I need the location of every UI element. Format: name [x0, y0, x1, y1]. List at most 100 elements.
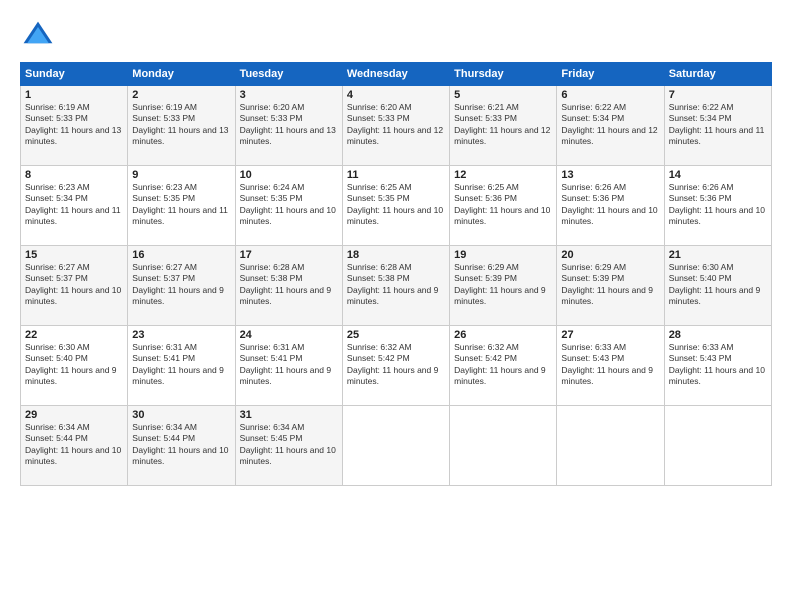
day-number: 17	[240, 249, 338, 261]
weekday-header-sunday: Sunday	[21, 63, 128, 86]
day-number: 29	[25, 409, 123, 421]
day-info: Sunrise: 6:20 AMSunset: 5:33 PMDaylight:…	[347, 102, 445, 148]
calendar-cell: 22 Sunrise: 6:30 AMSunset: 5:40 PMDaylig…	[21, 326, 128, 406]
weekday-header-tuesday: Tuesday	[235, 63, 342, 86]
day-number: 1	[25, 89, 123, 101]
calendar-cell: 15 Sunrise: 6:27 AMSunset: 5:37 PMDaylig…	[21, 246, 128, 326]
calendar-cell: 30 Sunrise: 6:34 AMSunset: 5:44 PMDaylig…	[128, 406, 235, 486]
day-number: 20	[561, 249, 659, 261]
day-number: 7	[669, 89, 767, 101]
day-info: Sunrise: 6:29 AMSunset: 5:39 PMDaylight:…	[454, 262, 552, 308]
day-info: Sunrise: 6:32 AMSunset: 5:42 PMDaylight:…	[347, 342, 445, 388]
day-info: Sunrise: 6:34 AMSunset: 5:45 PMDaylight:…	[240, 422, 338, 468]
week-row-2: 15 Sunrise: 6:27 AMSunset: 5:37 PMDaylig…	[21, 246, 772, 326]
day-number: 21	[669, 249, 767, 261]
calendar-cell: 7 Sunrise: 6:22 AMSunset: 5:34 PMDayligh…	[664, 86, 771, 166]
day-info: Sunrise: 6:25 AMSunset: 5:36 PMDaylight:…	[454, 182, 552, 228]
day-number: 3	[240, 89, 338, 101]
calendar-cell: 18 Sunrise: 6:28 AMSunset: 5:38 PMDaylig…	[342, 246, 449, 326]
day-info: Sunrise: 6:23 AMSunset: 5:34 PMDaylight:…	[25, 182, 123, 228]
day-info: Sunrise: 6:29 AMSunset: 5:39 PMDaylight:…	[561, 262, 659, 308]
day-number: 13	[561, 169, 659, 181]
calendar-cell	[664, 406, 771, 486]
day-info: Sunrise: 6:32 AMSunset: 5:42 PMDaylight:…	[454, 342, 552, 388]
calendar-cell: 29 Sunrise: 6:34 AMSunset: 5:44 PMDaylig…	[21, 406, 128, 486]
header	[20, 18, 772, 54]
calendar-cell	[450, 406, 557, 486]
day-info: Sunrise: 6:27 AMSunset: 5:37 PMDaylight:…	[25, 262, 123, 308]
day-info: Sunrise: 6:26 AMSunset: 5:36 PMDaylight:…	[561, 182, 659, 228]
page: SundayMondayTuesdayWednesdayThursdayFrid…	[0, 0, 792, 612]
day-info: Sunrise: 6:22 AMSunset: 5:34 PMDaylight:…	[561, 102, 659, 148]
day-number: 30	[132, 409, 230, 421]
day-number: 28	[669, 329, 767, 341]
calendar-cell: 17 Sunrise: 6:28 AMSunset: 5:38 PMDaylig…	[235, 246, 342, 326]
calendar-cell: 6 Sunrise: 6:22 AMSunset: 5:34 PMDayligh…	[557, 86, 664, 166]
calendar-body: 1 Sunrise: 6:19 AMSunset: 5:33 PMDayligh…	[21, 86, 772, 486]
day-number: 18	[347, 249, 445, 261]
day-number: 26	[454, 329, 552, 341]
calendar-cell: 14 Sunrise: 6:26 AMSunset: 5:36 PMDaylig…	[664, 166, 771, 246]
day-info: Sunrise: 6:23 AMSunset: 5:35 PMDaylight:…	[132, 182, 230, 228]
day-info: Sunrise: 6:28 AMSunset: 5:38 PMDaylight:…	[240, 262, 338, 308]
logo	[20, 18, 60, 54]
calendar-cell: 26 Sunrise: 6:32 AMSunset: 5:42 PMDaylig…	[450, 326, 557, 406]
day-info: Sunrise: 6:20 AMSunset: 5:33 PMDaylight:…	[240, 102, 338, 148]
week-row-3: 22 Sunrise: 6:30 AMSunset: 5:40 PMDaylig…	[21, 326, 772, 406]
day-info: Sunrise: 6:31 AMSunset: 5:41 PMDaylight:…	[132, 342, 230, 388]
week-row-0: 1 Sunrise: 6:19 AMSunset: 5:33 PMDayligh…	[21, 86, 772, 166]
day-info: Sunrise: 6:33 AMSunset: 5:43 PMDaylight:…	[669, 342, 767, 388]
calendar-cell: 5 Sunrise: 6:21 AMSunset: 5:33 PMDayligh…	[450, 86, 557, 166]
calendar-cell: 21 Sunrise: 6:30 AMSunset: 5:40 PMDaylig…	[664, 246, 771, 326]
calendar-cell: 25 Sunrise: 6:32 AMSunset: 5:42 PMDaylig…	[342, 326, 449, 406]
calendar-cell: 20 Sunrise: 6:29 AMSunset: 5:39 PMDaylig…	[557, 246, 664, 326]
weekday-header-thursday: Thursday	[450, 63, 557, 86]
calendar-table: SundayMondayTuesdayWednesdayThursdayFrid…	[20, 62, 772, 486]
day-info: Sunrise: 6:26 AMSunset: 5:36 PMDaylight:…	[669, 182, 767, 228]
day-number: 24	[240, 329, 338, 341]
day-number: 27	[561, 329, 659, 341]
day-info: Sunrise: 6:19 AMSunset: 5:33 PMDaylight:…	[25, 102, 123, 148]
calendar-cell: 24 Sunrise: 6:31 AMSunset: 5:41 PMDaylig…	[235, 326, 342, 406]
day-number: 6	[561, 89, 659, 101]
day-number: 23	[132, 329, 230, 341]
day-number: 15	[25, 249, 123, 261]
weekday-header-row: SundayMondayTuesdayWednesdayThursdayFrid…	[21, 63, 772, 86]
calendar-cell: 8 Sunrise: 6:23 AMSunset: 5:34 PMDayligh…	[21, 166, 128, 246]
calendar-cell: 12 Sunrise: 6:25 AMSunset: 5:36 PMDaylig…	[450, 166, 557, 246]
day-number: 4	[347, 89, 445, 101]
day-number: 9	[132, 169, 230, 181]
calendar-cell: 11 Sunrise: 6:25 AMSunset: 5:35 PMDaylig…	[342, 166, 449, 246]
day-info: Sunrise: 6:34 AMSunset: 5:44 PMDaylight:…	[25, 422, 123, 468]
calendar-cell	[557, 406, 664, 486]
calendar-cell: 3 Sunrise: 6:20 AMSunset: 5:33 PMDayligh…	[235, 86, 342, 166]
calendar-cell: 31 Sunrise: 6:34 AMSunset: 5:45 PMDaylig…	[235, 406, 342, 486]
calendar-cell: 23 Sunrise: 6:31 AMSunset: 5:41 PMDaylig…	[128, 326, 235, 406]
day-info: Sunrise: 6:33 AMSunset: 5:43 PMDaylight:…	[561, 342, 659, 388]
day-info: Sunrise: 6:28 AMSunset: 5:38 PMDaylight:…	[347, 262, 445, 308]
calendar-cell: 10 Sunrise: 6:24 AMSunset: 5:35 PMDaylig…	[235, 166, 342, 246]
week-row-1: 8 Sunrise: 6:23 AMSunset: 5:34 PMDayligh…	[21, 166, 772, 246]
day-info: Sunrise: 6:22 AMSunset: 5:34 PMDaylight:…	[669, 102, 767, 148]
calendar-cell: 16 Sunrise: 6:27 AMSunset: 5:37 PMDaylig…	[128, 246, 235, 326]
day-number: 25	[347, 329, 445, 341]
calendar-cell	[342, 406, 449, 486]
calendar-cell: 4 Sunrise: 6:20 AMSunset: 5:33 PMDayligh…	[342, 86, 449, 166]
day-number: 31	[240, 409, 338, 421]
calendar-cell: 13 Sunrise: 6:26 AMSunset: 5:36 PMDaylig…	[557, 166, 664, 246]
day-number: 22	[25, 329, 123, 341]
weekday-header-saturday: Saturday	[664, 63, 771, 86]
calendar-cell: 19 Sunrise: 6:29 AMSunset: 5:39 PMDaylig…	[450, 246, 557, 326]
day-info: Sunrise: 6:21 AMSunset: 5:33 PMDaylight:…	[454, 102, 552, 148]
day-number: 2	[132, 89, 230, 101]
day-info: Sunrise: 6:27 AMSunset: 5:37 PMDaylight:…	[132, 262, 230, 308]
calendar-cell: 9 Sunrise: 6:23 AMSunset: 5:35 PMDayligh…	[128, 166, 235, 246]
day-info: Sunrise: 6:34 AMSunset: 5:44 PMDaylight:…	[132, 422, 230, 468]
day-number: 14	[669, 169, 767, 181]
day-info: Sunrise: 6:24 AMSunset: 5:35 PMDaylight:…	[240, 182, 338, 228]
day-info: Sunrise: 6:30 AMSunset: 5:40 PMDaylight:…	[669, 262, 767, 308]
weekday-header-wednesday: Wednesday	[342, 63, 449, 86]
day-number: 8	[25, 169, 123, 181]
calendar-cell: 28 Sunrise: 6:33 AMSunset: 5:43 PMDaylig…	[664, 326, 771, 406]
logo-icon	[20, 18, 56, 54]
